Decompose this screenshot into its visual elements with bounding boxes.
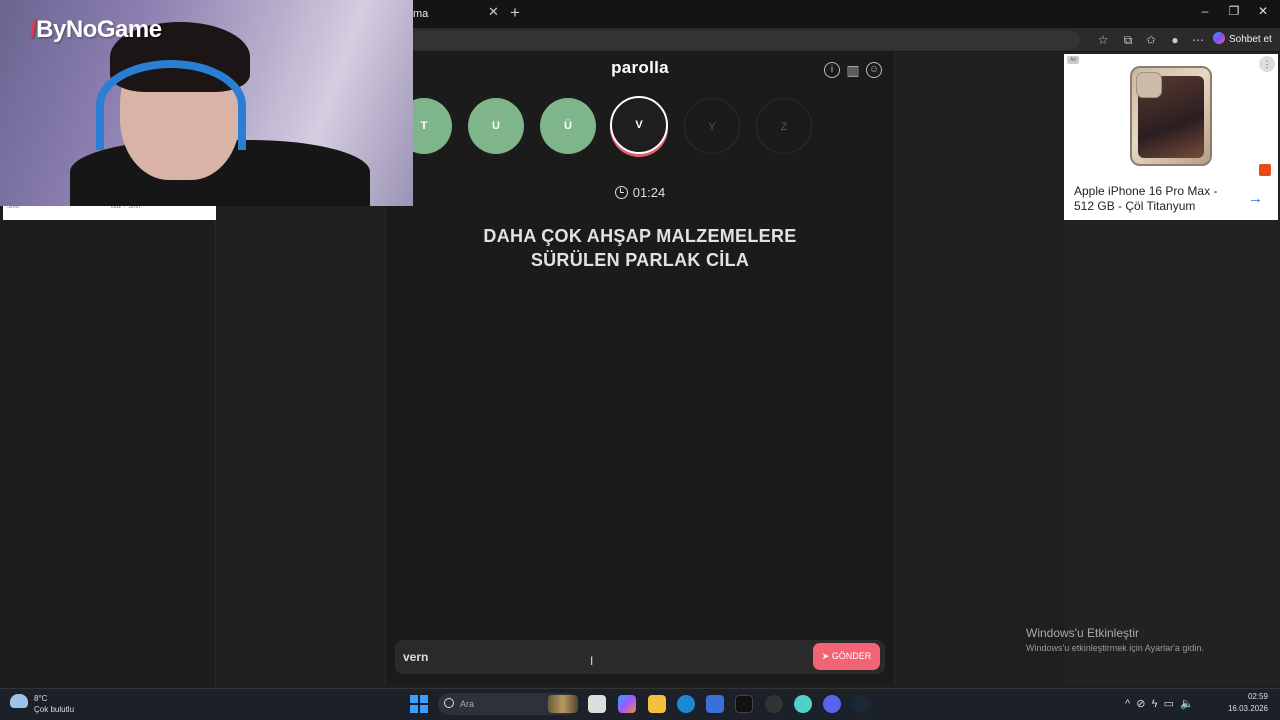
ad-product-line-2: 512 GB - Çöl Titanyum [1074, 199, 1196, 213]
send-icon: ➤ [821, 651, 832, 661]
settings-app-icon[interactable] [794, 695, 812, 713]
new-tab-button[interactable]: + [510, 3, 528, 23]
stats-icon[interactable]: ▥ [845, 62, 861, 78]
start-button[interactable] [410, 695, 428, 713]
star-icon[interactable]: ☆ [1095, 32, 1111, 48]
system-tray[interactable]: ^ ⊘ ϟ ▭ 🔈 [1125, 697, 1194, 710]
timer: 01:24 [595, 185, 685, 200]
shop-logo-icon [1259, 164, 1271, 176]
edge-icon[interactable] [677, 695, 695, 713]
volume-icon[interactable]: 🔈 [1180, 698, 1194, 710]
tab-close-icon[interactable]: ✕ [488, 4, 502, 22]
send-label: GÖNDER [831, 651, 872, 661]
timer-value: 01:24 [632, 185, 666, 200]
question-line-2: SÜRÜLEN PARLAK CİLA [530, 250, 750, 270]
profile-icon[interactable]: ☺ [866, 62, 882, 78]
send-button[interactable]: ➤ GÖNDER [813, 643, 880, 670]
store-icon[interactable] [706, 695, 724, 713]
search-icon [444, 698, 454, 708]
extensions-icon[interactable]: ⧉ [1120, 32, 1136, 48]
tiktok-icon[interactable] [735, 695, 753, 713]
task-view-icon[interactable] [588, 695, 606, 713]
display-icon[interactable]: ▭ [1164, 698, 1174, 710]
minimize-button[interactable]: – [1190, 4, 1220, 22]
ad-more-icon[interactable]: ⋮ [1259, 56, 1275, 72]
left-strip: Shift Buz + Shift [3, 204, 216, 220]
discord-icon[interactable] [823, 695, 841, 713]
info-icon[interactable]: i [824, 62, 840, 78]
letter-circle-pending: Z [756, 98, 812, 154]
weather-description: Çok bulutlu [34, 705, 75, 714]
arrow-right-icon[interactable]: → [1248, 190, 1263, 207]
taskbar-time[interactable]: 02:59 [1228, 692, 1268, 701]
windows-activation-notice: Windows'u Etkinleştir Windows'u etkinleş… [1026, 626, 1266, 653]
webcam-overlay: /ByNoGame [0, 0, 413, 206]
search-highlight-image[interactable] [548, 695, 578, 713]
taskbar [0, 688, 1280, 720]
ad-badge: Ad [1067, 56, 1079, 64]
brand-logo: /ByNoGame [30, 16, 162, 43]
profile-icon[interactable]: ● [1167, 32, 1183, 48]
weather-temperature: 8°C [34, 694, 48, 703]
question-line-1: DAHA ÇOK AHŞAP MALZEMELERE [483, 226, 797, 246]
close-window-button[interactable]: ✕ [1248, 4, 1278, 22]
obs-icon[interactable] [765, 695, 783, 713]
activation-subtitle: Windows'u etkinleştirmek için Ayarlar'a … [1026, 643, 1204, 653]
letter-circle-correct: Ü [540, 98, 596, 154]
maximize-button[interactable]: ❐ [1219, 4, 1249, 22]
brand-name: ByNoGame [36, 16, 162, 43]
answer-input[interactable] [403, 647, 803, 667]
steam-icon[interactable] [852, 695, 870, 713]
network-icon[interactable]: ⊘ [1136, 698, 1145, 710]
bluetooth-icon[interactable]: ϟ [1152, 698, 1158, 710]
cloud-icon [10, 693, 28, 708]
letter-circle-correct: U [468, 98, 524, 154]
text-cursor-icon: I [590, 654, 594, 668]
windows-logo-tile [410, 695, 418, 703]
copilot-app-icon[interactable] [618, 695, 636, 713]
more-icon[interactable]: ⋯ [1190, 32, 1206, 48]
letter-circle-current: V [610, 96, 668, 154]
ad-text[interactable]: Apple iPhone 16 Pro Max - 512 GB - Çöl T… [1074, 184, 1244, 214]
chat-button[interactable]: Sohbet et [1213, 31, 1277, 49]
windows-logo-tile [420, 695, 428, 703]
windows-logo-tile [410, 705, 418, 713]
windows-logo-tile [420, 705, 428, 713]
address-bar[interactable] [410, 30, 1080, 50]
letter-circle-pending: Y [684, 98, 740, 154]
question-text: DAHA ÇOK AHŞAP MALZEMELERE SÜRÜLEN PARLA… [440, 224, 840, 272]
game-title: parolla [611, 58, 669, 77]
chevron-up-icon[interactable]: ^ [1125, 698, 1130, 710]
ad-product-line-1: Apple iPhone 16 Pro Max - [1074, 184, 1218, 198]
clock-icon [614, 186, 628, 199]
chat-button-label: Sohbet et [1229, 34, 1272, 45]
taskbar-date[interactable]: 16.03.2026 [1218, 704, 1268, 713]
file-explorer-icon[interactable] [648, 695, 666, 713]
copilot-icon [1213, 32, 1225, 44]
headphones [96, 60, 246, 150]
activation-title: Windows'u Etkinleştir [1026, 626, 1139, 640]
favorites-icon[interactable]: ✩ [1143, 32, 1159, 48]
phone-camera [1136, 72, 1162, 98]
